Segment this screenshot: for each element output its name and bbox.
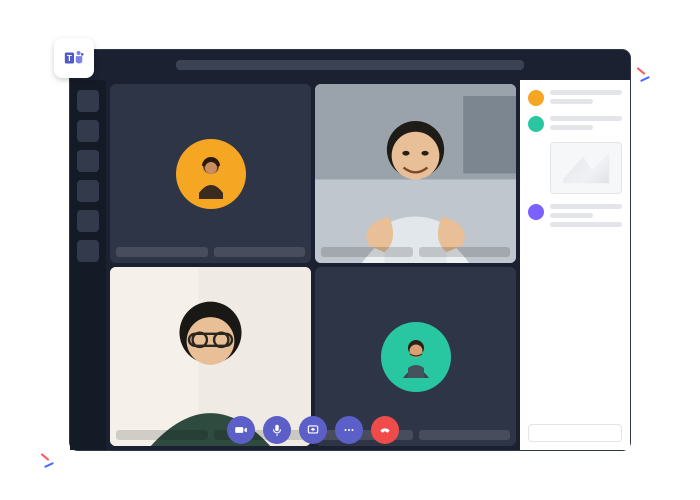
avatar bbox=[528, 116, 544, 132]
sidebar-item-files[interactable] bbox=[77, 240, 99, 262]
share-icon bbox=[306, 423, 320, 437]
more-icon bbox=[342, 423, 356, 437]
sidebar-item-activity[interactable] bbox=[77, 90, 99, 112]
participant-tile[interactable] bbox=[315, 84, 516, 263]
sidebar-item-calendar[interactable] bbox=[77, 180, 99, 202]
sidebar-item-teams[interactable] bbox=[77, 150, 99, 172]
call-controls bbox=[227, 416, 399, 444]
message-text bbox=[550, 204, 622, 227]
chat-attachment[interactable] bbox=[550, 142, 622, 194]
camera-icon bbox=[234, 423, 248, 437]
message-text bbox=[550, 90, 622, 106]
avatar bbox=[381, 322, 451, 392]
participant-label bbox=[321, 247, 510, 257]
more-button[interactable] bbox=[335, 416, 363, 444]
share-button[interactable] bbox=[299, 416, 327, 444]
teams-logo-icon: T bbox=[54, 38, 94, 78]
avatar bbox=[176, 139, 246, 209]
sidebar-item-calls[interactable] bbox=[77, 210, 99, 232]
camera-button[interactable] bbox=[227, 416, 255, 444]
search-input[interactable] bbox=[176, 60, 524, 70]
mic-icon bbox=[270, 423, 284, 437]
message-text bbox=[550, 116, 622, 132]
compose-input[interactable] bbox=[528, 424, 622, 442]
app-window: T bbox=[70, 50, 630, 450]
avatar bbox=[528, 90, 544, 106]
svg-text:T: T bbox=[67, 54, 72, 63]
chat-message[interactable] bbox=[528, 116, 622, 132]
chat-message[interactable] bbox=[528, 204, 622, 227]
sidebar-item-chat[interactable] bbox=[77, 120, 99, 142]
app-rail bbox=[70, 80, 106, 450]
title-bar bbox=[70, 50, 630, 80]
hangup-button[interactable] bbox=[371, 416, 399, 444]
participant-tile[interactable] bbox=[110, 84, 311, 263]
avatar bbox=[528, 204, 544, 220]
chat-panel bbox=[520, 80, 630, 450]
video-grid bbox=[106, 80, 520, 450]
participant-label bbox=[116, 247, 305, 257]
hangup-icon bbox=[378, 423, 392, 437]
mic-button[interactable] bbox=[263, 416, 291, 444]
chat-message[interactable] bbox=[528, 90, 622, 106]
